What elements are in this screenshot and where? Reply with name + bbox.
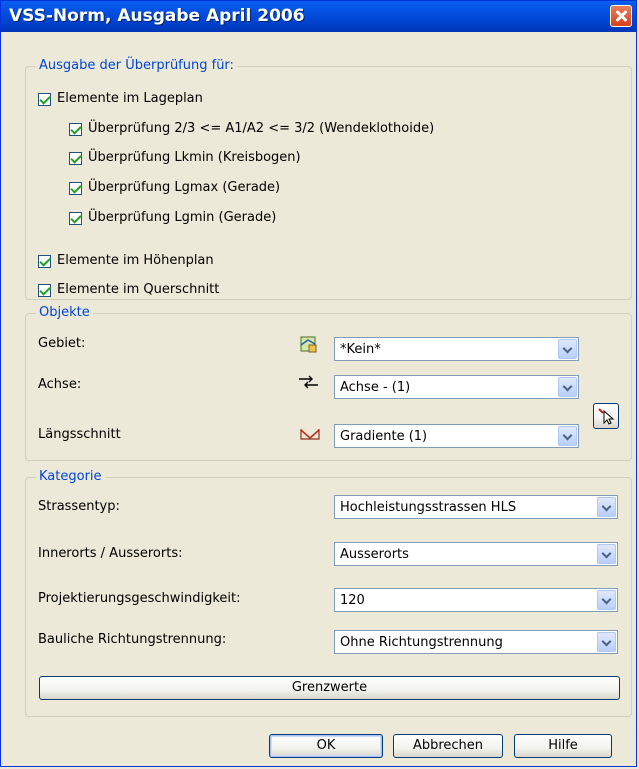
- chevron-down-icon[interactable]: [558, 377, 577, 397]
- richtung-select[interactable]: Ohne Richtungstrennung: [334, 630, 618, 654]
- objekte-legend: Objekte: [36, 305, 93, 320]
- ausgabe-legend: Ausgabe der Überprüfung für:: [36, 58, 237, 73]
- profile-icon: [300, 429, 320, 440]
- innerorts-select[interactable]: Ausserorts: [334, 542, 618, 566]
- checkbox-lkmin[interactable]: [69, 152, 82, 165]
- innerorts-select-value: Ausserorts: [340, 547, 409, 562]
- achse-select-value: Achse - (1): [340, 380, 411, 395]
- pick-object-button[interactable]: [593, 403, 619, 429]
- window-title: VSS-Norm, Ausgabe April 2006: [9, 6, 305, 26]
- label-innerorts: Innerorts / Ausserorts:: [38, 546, 183, 561]
- laengsschnitt-select[interactable]: Gradiente (1): [334, 424, 579, 448]
- checkbox-lageplan[interactable]: [38, 93, 51, 106]
- title-bar[interactable]: VSS-Norm, Ausgabe April 2006: [1, 1, 636, 32]
- checkbox-querschnitt[interactable]: [38, 284, 51, 297]
- chevron-down-icon[interactable]: [558, 426, 577, 446]
- label-strassentyp: Strassentyp:: [38, 499, 120, 514]
- label-wendeklothoide: Überprüfung 2/3 <= A1/A2 <= 3/2 (Wendekl…: [88, 121, 435, 136]
- projektierung-select[interactable]: 120: [334, 588, 618, 612]
- strassentyp-select[interactable]: Hochleistungsstrassen HLS: [334, 495, 618, 519]
- label-laengsschnitt: Längsschnitt: [38, 427, 121, 442]
- chevron-down-icon[interactable]: [597, 544, 616, 564]
- strassentyp-select-value: Hochleistungsstrassen HLS: [340, 500, 517, 515]
- hilfe-button[interactable]: Hilfe: [514, 734, 612, 758]
- close-icon[interactable]: [610, 5, 632, 27]
- label-lkmin: Überprüfung Lkmin (Kreisbogen): [88, 150, 301, 165]
- chevron-down-icon[interactable]: [597, 497, 616, 517]
- chevron-down-icon[interactable]: [597, 632, 616, 652]
- label-gebiet: Gebiet:: [38, 336, 86, 351]
- checkbox-hoehenplan[interactable]: [38, 255, 51, 268]
- grenzwerte-button[interactable]: Grenzwerte: [39, 676, 620, 700]
- gebiet-select-value: *Kein*: [340, 342, 381, 357]
- label-lageplan: Elemente im Lageplan: [57, 91, 203, 106]
- chevron-down-icon[interactable]: [597, 590, 616, 610]
- label-hoehenplan: Elemente im Höhenplan: [57, 253, 214, 268]
- label-achse: Achse:: [38, 377, 82, 392]
- area-map-icon: [300, 336, 317, 353]
- chevron-down-icon[interactable]: [558, 339, 577, 359]
- label-richtung: Bauliche Richtungstrennung:: [38, 632, 227, 647]
- checkbox-wendeklothoide[interactable]: [69, 123, 82, 136]
- label-querschnitt: Elemente im Querschnitt: [57, 282, 220, 297]
- checkbox-lgmin[interactable]: [69, 212, 82, 225]
- pick-cursor-icon: [598, 408, 615, 425]
- checkbox-lgmax[interactable]: [69, 182, 82, 195]
- achse-select[interactable]: Achse - (1): [334, 375, 579, 399]
- label-projektierung: Projektierungsgeschwindigkeit:: [38, 591, 241, 606]
- kategorie-legend: Kategorie: [36, 469, 105, 484]
- richtung-select-value: Ohne Richtungstrennung: [340, 635, 503, 650]
- abbrechen-button[interactable]: Abbrechen: [393, 734, 503, 758]
- label-lgmin: Überprüfung Lgmin (Gerade): [88, 210, 277, 225]
- ok-button[interactable]: OK: [269, 734, 383, 758]
- label-lgmax: Überprüfung Lgmax (Gerade): [88, 180, 281, 195]
- projektierung-select-value: 120: [340, 593, 365, 608]
- dialog-window: VSS-Norm, Ausgabe April 2006 Ausgabe der…: [0, 0, 637, 767]
- laengsschnitt-select-value: Gradiente (1): [340, 429, 428, 444]
- gebiet-select[interactable]: *Kein*: [334, 337, 579, 361]
- axis-arrow-icon: [299, 375, 318, 389]
